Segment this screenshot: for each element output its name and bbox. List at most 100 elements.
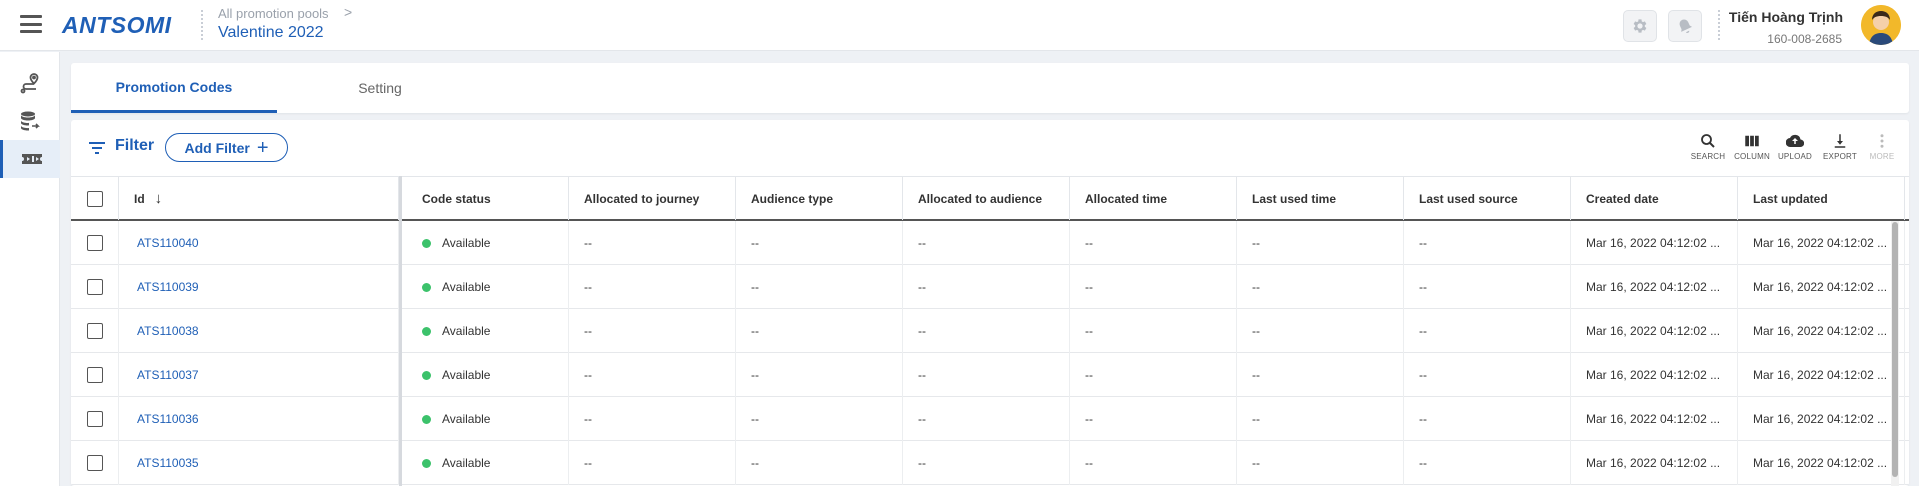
tabs-bar: Promotion Codes Setting bbox=[71, 63, 1909, 113]
add-filter-label: Add Filter bbox=[184, 139, 250, 156]
cell-last-updated: Mar 16, 2022 04:12:02 ... bbox=[1738, 309, 1905, 353]
row-select-cell bbox=[71, 309, 119, 353]
sidebar-item-data[interactable] bbox=[0, 102, 60, 140]
status-label: Available bbox=[442, 236, 491, 250]
row-checkbox[interactable] bbox=[86, 455, 103, 471]
column-header-last-used-time[interactable]: Last used time bbox=[1237, 177, 1404, 220]
cell-allocated-time: -- bbox=[1070, 397, 1237, 441]
filter-label[interactable]: Filter bbox=[115, 137, 154, 155]
vertical-scrollbar[interactable] bbox=[1891, 221, 1899, 486]
table-row[interactable]: ATS110039 Available -- -- -- -- -- -- Mar 16, 20… bbox=[71, 265, 1909, 309]
settings-button[interactable] bbox=[1623, 10, 1657, 42]
table-header: Id ↓ Code status Allocated to journey Au… bbox=[71, 176, 1909, 221]
code-id-link[interactable]: ATS110038 bbox=[137, 324, 199, 338]
breadcrumb-parent[interactable]: All promotion pools bbox=[218, 6, 329, 21]
cell-code-status: Available bbox=[402, 309, 569, 353]
code-id-link[interactable]: ATS110039 bbox=[137, 280, 199, 294]
column-header-created-date[interactable]: Created date bbox=[1571, 177, 1738, 220]
column-header-audience-type[interactable]: Audience type bbox=[736, 177, 903, 220]
cell-last-used-source: -- bbox=[1404, 309, 1571, 353]
more-button[interactable]: MORE bbox=[1862, 132, 1902, 161]
data-transfer-icon bbox=[21, 111, 40, 131]
user-id: 160-008-2685 bbox=[1767, 32, 1842, 46]
cell-allocated-time: -- bbox=[1070, 221, 1237, 265]
cell-allocated-time: -- bbox=[1070, 265, 1237, 309]
user-name: Tiến Hoàng Trịnh bbox=[1728, 9, 1843, 25]
promotion-codes-panel: Filter Add Filter + SEARCH COLUMN UPLOAD… bbox=[71, 120, 1909, 486]
column-header-id[interactable]: Id ↓ bbox=[119, 177, 399, 220]
bell-icon bbox=[1679, 19, 1693, 33]
column-header-allocated-to-audience[interactable]: Allocated to audience bbox=[903, 177, 1070, 220]
cell-allocated-to-journey: -- bbox=[569, 221, 736, 265]
column-header-allocated-to-journey[interactable]: Allocated to journey bbox=[569, 177, 736, 220]
notifications-button[interactable] bbox=[1668, 10, 1702, 42]
sort-arrow-down-icon[interactable]: ↓ bbox=[155, 190, 163, 207]
table-row[interactable]: ATS110035 Available -- -- -- -- -- -- Mar 16, 20… bbox=[71, 441, 1909, 485]
search-icon bbox=[1701, 134, 1715, 148]
code-id-link[interactable]: ATS110036 bbox=[137, 412, 199, 426]
filter-icon[interactable] bbox=[89, 142, 105, 154]
cell-code-status: Available bbox=[402, 441, 569, 485]
antsomi-logo[interactable]: ANTSOMI bbox=[62, 12, 172, 39]
cell-last-used-time: -- bbox=[1237, 441, 1404, 485]
avatar[interactable] bbox=[1861, 5, 1901, 45]
status-label: Available bbox=[442, 280, 491, 294]
cell-last-used-source: -- bbox=[1404, 353, 1571, 397]
status-label: Available bbox=[442, 456, 491, 470]
table-row[interactable]: ATS110040 Available -- -- -- -- -- -- Mar 16, 20… bbox=[71, 221, 1909, 265]
menu-icon[interactable] bbox=[20, 15, 42, 33]
row-select-cell bbox=[71, 353, 119, 397]
cell-code-status: Available bbox=[402, 353, 569, 397]
status-dot-icon bbox=[422, 326, 431, 336]
add-filter-button[interactable]: Add Filter + bbox=[165, 133, 288, 162]
sidebar-item-promotion[interactable] bbox=[0, 140, 60, 178]
cell-audience-type: -- bbox=[736, 397, 903, 441]
cell-last-updated: Mar 16, 2022 04:12:02 ... bbox=[1738, 397, 1905, 441]
code-id-link[interactable]: ATS110037 bbox=[137, 368, 199, 382]
cell-id: ATS110037 bbox=[119, 353, 399, 397]
cell-last-used-time: -- bbox=[1237, 397, 1404, 441]
column-header-last-used-source[interactable]: Last used source bbox=[1404, 177, 1571, 220]
cell-allocated-to-audience: -- bbox=[903, 397, 1070, 441]
row-checkbox[interactable] bbox=[86, 367, 103, 383]
cell-last-updated: Mar 16, 2022 04:12:02 ... bbox=[1738, 441, 1905, 485]
tab-setting[interactable]: Setting bbox=[277, 63, 483, 113]
row-checkbox[interactable] bbox=[86, 279, 103, 295]
cell-audience-type: -- bbox=[736, 353, 903, 397]
column-header-last-updated[interactable]: Last updated bbox=[1738, 177, 1905, 220]
table-row[interactable]: ATS110036 Available -- -- -- -- -- -- Mar 16, 20… bbox=[71, 397, 1909, 441]
column-button[interactable]: COLUMN bbox=[1732, 132, 1772, 161]
export-button[interactable]: EXPORT bbox=[1820, 132, 1860, 161]
cell-created-date: Mar 16, 2022 04:12:02 ... bbox=[1571, 309, 1738, 353]
row-checkbox[interactable] bbox=[86, 235, 103, 251]
column-header-code-status[interactable]: Code status bbox=[402, 177, 569, 220]
column-header-label: Id bbox=[134, 191, 145, 206]
code-id-link[interactable]: ATS110040 bbox=[137, 236, 199, 250]
page-title: Valentine 2022 bbox=[218, 24, 324, 41]
cell-allocated-to-audience: -- bbox=[903, 221, 1070, 265]
select-all-checkbox[interactable] bbox=[86, 190, 103, 207]
row-checkbox[interactable] bbox=[86, 323, 103, 339]
status-dot-icon bbox=[422, 458, 431, 468]
sidebar-item-journey[interactable] bbox=[0, 64, 60, 102]
cell-last-used-source: -- bbox=[1404, 221, 1571, 265]
cell-created-date: Mar 16, 2022 04:12:02 ... bbox=[1571, 397, 1738, 441]
table-row[interactable]: ATS110038 Available -- -- -- -- -- -- Mar 16, 20… bbox=[71, 309, 1909, 353]
upload-button[interactable]: UPLOAD bbox=[1775, 132, 1815, 161]
tab-promotion-codes[interactable]: Promotion Codes bbox=[71, 63, 277, 113]
frozen-column-divider bbox=[399, 176, 402, 486]
search-button[interactable]: SEARCH bbox=[1688, 132, 1728, 161]
row-checkbox[interactable] bbox=[86, 411, 103, 427]
select-all-cell bbox=[71, 177, 119, 220]
column-header-allocated-time[interactable]: Allocated time bbox=[1070, 177, 1237, 220]
cell-last-updated: Mar 16, 2022 04:12:02 ... bbox=[1738, 353, 1905, 397]
table-row[interactable]: ATS110037 Available -- -- -- -- -- -- Mar 16, 20… bbox=[71, 353, 1909, 397]
cell-allocated-to-audience: -- bbox=[903, 441, 1070, 485]
cell-allocated-to-journey: -- bbox=[569, 441, 736, 485]
cell-allocated-to-journey: -- bbox=[569, 397, 736, 441]
upload-icon bbox=[1786, 134, 1804, 148]
breadcrumb-chevron-icon: > bbox=[344, 4, 353, 20]
row-select-cell bbox=[71, 441, 119, 485]
cell-last-updated: Mar 16, 2022 04:12:02 ... bbox=[1738, 265, 1905, 309]
code-id-link[interactable]: ATS110035 bbox=[137, 456, 199, 470]
